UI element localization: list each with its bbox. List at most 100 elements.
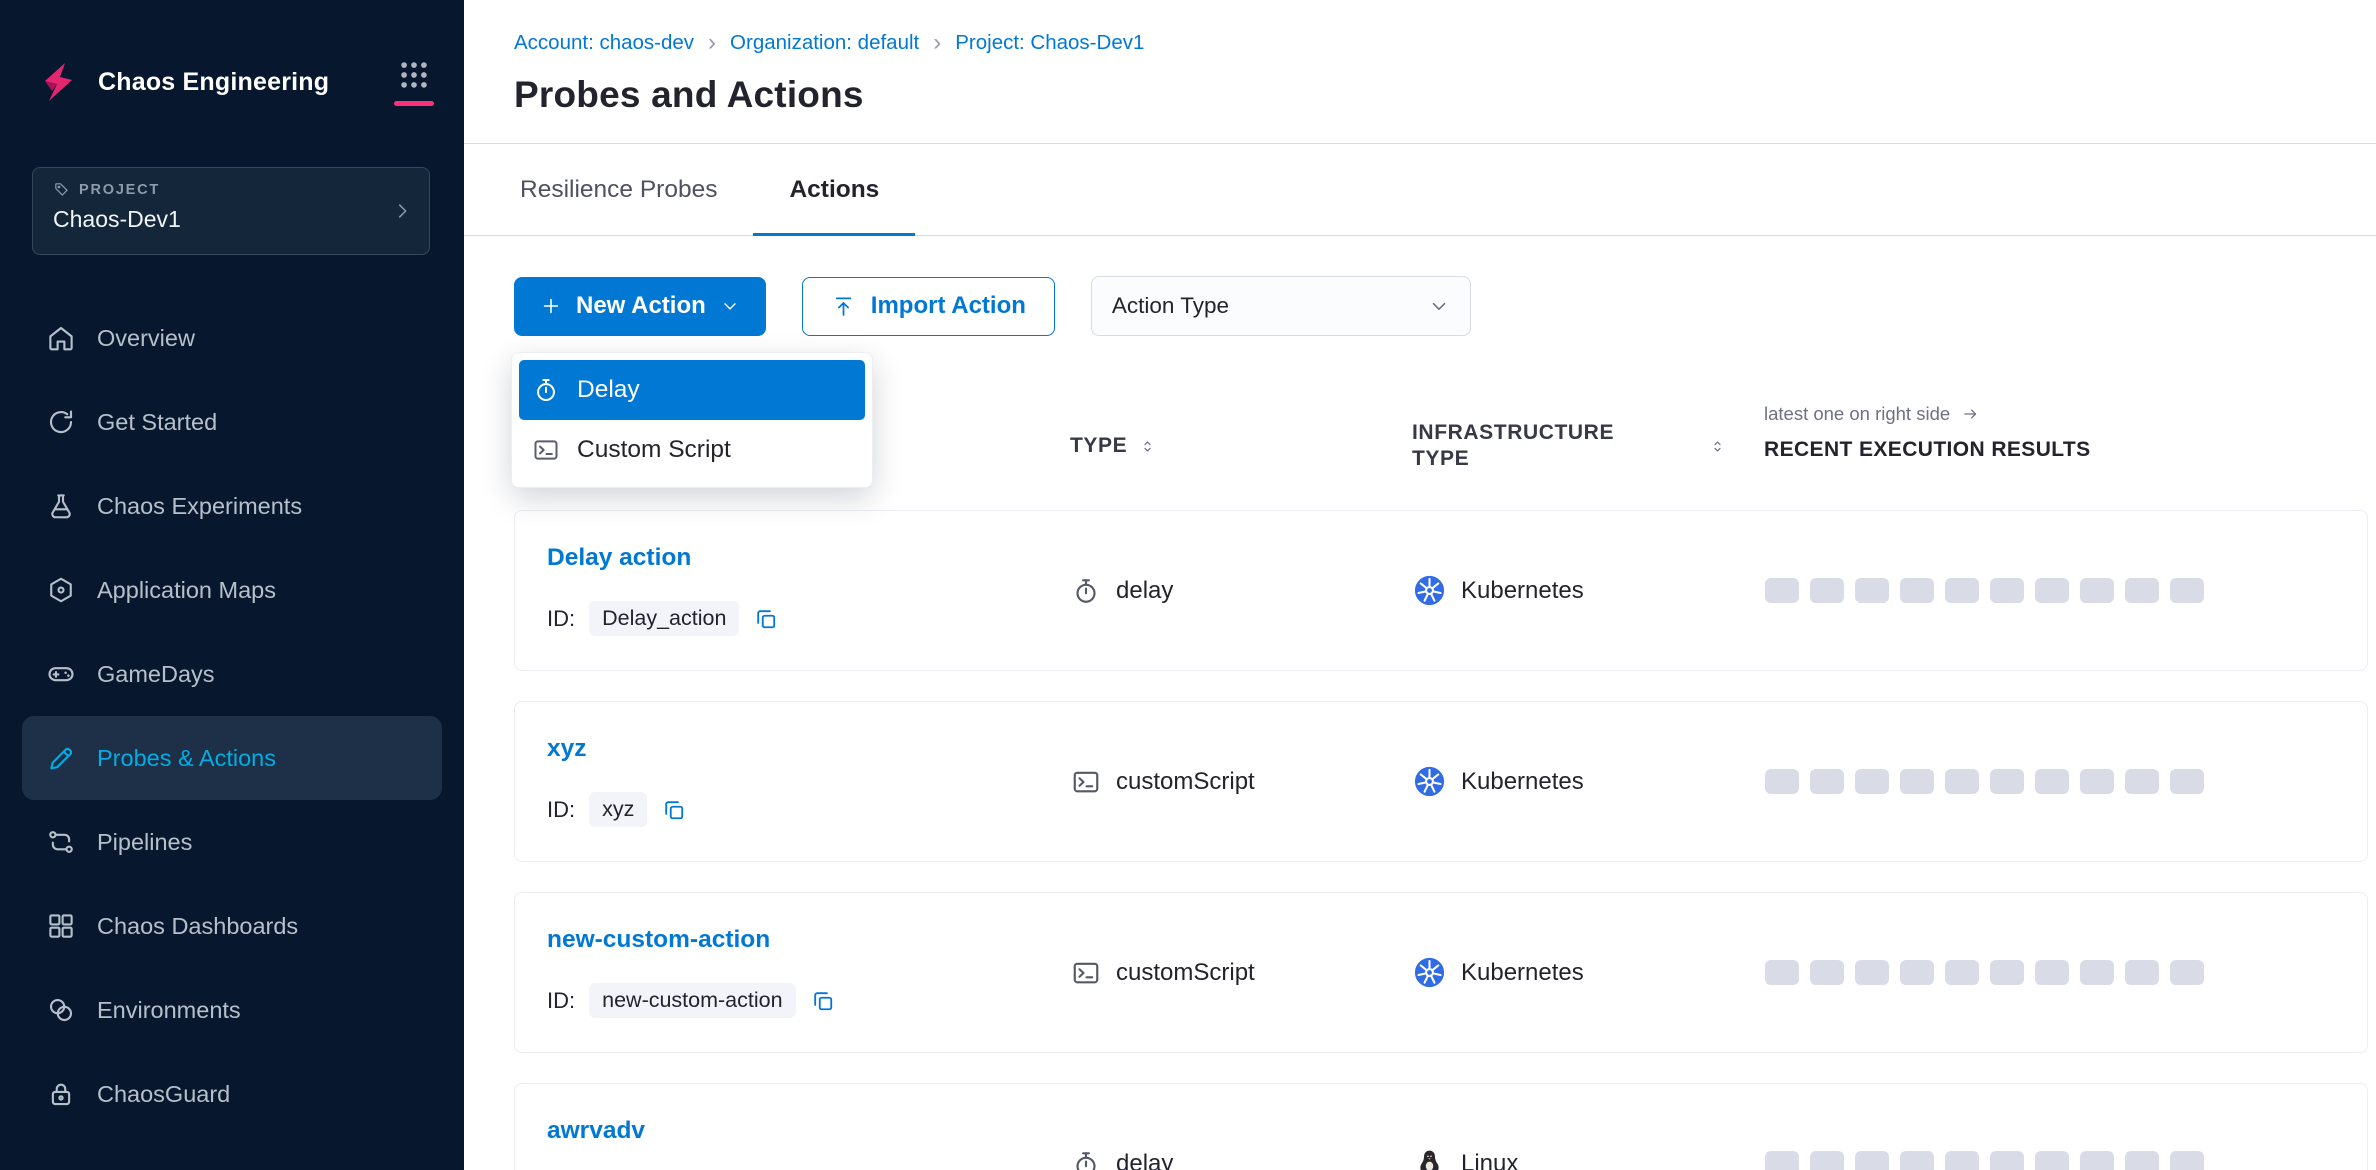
sidebar-item-environments[interactable]: Environments — [22, 968, 442, 1052]
execution-result-cell — [2035, 1151, 2069, 1170]
execution-result-cell — [2035, 578, 2069, 603]
id-label: ID: — [547, 988, 575, 1014]
kubernetes-icon — [1413, 574, 1446, 607]
environments-icon — [46, 995, 76, 1025]
execution-result-cell — [1765, 1151, 1799, 1170]
execution-result-cell — [1900, 769, 1934, 794]
page-header: › Account: chaos-dev › Organization: def… — [464, 0, 2376, 143]
stopwatch-icon — [1071, 1149, 1101, 1170]
action-type-cell: delay — [1071, 511, 1173, 670]
execution-result-cell — [1810, 1151, 1844, 1170]
breadcrumb-link[interactable]: Organization: default — [730, 31, 919, 55]
execution-result-cell — [1765, 960, 1799, 985]
execution-result-cell — [2080, 1151, 2114, 1170]
execution-result-cell — [1810, 578, 1844, 603]
import-action-button[interactable]: Import Action — [802, 277, 1055, 336]
action-type-value: delay — [1116, 577, 1173, 605]
sidebar-item-label: Probes & Actions — [97, 745, 276, 772]
execution-result-cell — [1810, 769, 1844, 794]
recent-execution-results — [1765, 702, 2204, 861]
sidebar-item-overview[interactable]: Overview — [22, 296, 442, 380]
execution-result-cell — [2170, 769, 2204, 794]
apps-grid-icon[interactable] — [397, 58, 431, 92]
sidebar-item-pipelines[interactable]: Pipelines — [22, 800, 442, 884]
sidebar-item-gamedays[interactable]: GameDays — [22, 632, 442, 716]
sidebar-header: Chaos Engineering — [0, 0, 464, 140]
sidebar-item-application-maps[interactable]: Application Maps — [22, 548, 442, 632]
action-link-xyz[interactable]: xyz — [547, 735, 587, 763]
module-indicator — [394, 101, 434, 106]
kubernetes-icon — [1413, 765, 1446, 798]
copy-icon[interactable] — [810, 988, 836, 1014]
sidebar-item-label: Get Started — [97, 409, 217, 436]
menu-item-custom-script[interactable]: Custom Script — [519, 420, 865, 480]
new-action-button[interactable]: New Action — [514, 277, 766, 336]
execution-result-cell — [1855, 578, 1889, 603]
copy-icon[interactable] — [661, 797, 687, 823]
column-recent-results-label: RECENT EXECUTION RESULTS — [1764, 438, 2091, 462]
kubernetes-icon — [1413, 956, 1446, 989]
sort-icon[interactable] — [1139, 436, 1156, 457]
module-switcher — [394, 58, 434, 106]
menu-item-label: Custom Script — [577, 436, 731, 464]
sidebar-item-label: Chaos Dashboards — [97, 913, 298, 940]
page-title: Probes and Actions — [514, 74, 2376, 116]
copy-icon[interactable] — [753, 606, 779, 632]
action-id-chip: xyz — [589, 792, 647, 827]
breadcrumb-link[interactable]: Account: chaos-dev — [514, 31, 694, 55]
tab-actions[interactable]: Actions — [753, 144, 915, 235]
sidebar-item-chaosguard[interactable]: ChaosGuard — [22, 1052, 442, 1136]
action-type-filter[interactable]: Action Type — [1091, 276, 1471, 336]
sidebar-item-get-started[interactable]: Get Started — [22, 380, 442, 464]
sidebar-item-chaos-dashboards[interactable]: Chaos Dashboards — [22, 884, 442, 968]
script-icon — [1071, 958, 1101, 988]
sidebar-item-label: GameDays — [97, 661, 215, 688]
action-type-value: customScript — [1116, 959, 1255, 987]
execution-result-cell — [2125, 960, 2159, 985]
sidebar-item-label: Pipelines — [97, 829, 192, 856]
execution-result-cell — [1990, 960, 2024, 985]
sidebar-item-label: Overview — [97, 325, 195, 352]
action-link-awrvadv[interactable]: awrvadv — [547, 1117, 645, 1145]
execution-result-cell — [1945, 769, 1979, 794]
execution-result-cell — [2125, 769, 2159, 794]
execution-result-cell — [1855, 769, 1889, 794]
action-id-line: ID: new-custom-action — [547, 983, 836, 1018]
probes-icon — [46, 743, 76, 773]
chevron-down-icon — [1428, 295, 1450, 317]
execution-result-cell — [2125, 1151, 2159, 1170]
toolbar: New Action Import Action Action Type — [464, 236, 2376, 336]
execution-result-cell — [1765, 578, 1799, 603]
chaosguard-icon — [46, 1079, 76, 1109]
stopwatch-icon — [1071, 576, 1101, 606]
chevron-down-icon — [720, 296, 740, 316]
execution-result-cell — [1990, 769, 2024, 794]
tab-resilience-probes[interactable]: Resilience Probes — [484, 144, 753, 235]
pipelines-icon — [46, 827, 76, 857]
sidebar-item-chaos-experiments[interactable]: Chaos Experiments — [22, 464, 442, 548]
stopwatch-icon — [532, 376, 560, 404]
recent-results-note: latest one on right side — [1764, 403, 1950, 425]
flask-icon — [46, 491, 76, 521]
arrow-right-icon — [1960, 405, 1981, 423]
new-action-label: New Action — [576, 292, 706, 320]
execution-result-cell — [2080, 960, 2114, 985]
execution-result-cell — [1990, 578, 2024, 603]
sidebar-item-probes-actions[interactable]: Probes & Actions — [22, 716, 442, 800]
infrastructure-cell: Kubernetes — [1413, 893, 1584, 1052]
action-link-delay-action[interactable]: Delay action — [547, 544, 691, 572]
recent-execution-results — [1765, 511, 2204, 670]
sort-icon[interactable] — [1709, 436, 1726, 457]
column-type: TYPE — [1070, 434, 1156, 458]
execution-result-cell — [1990, 1151, 2024, 1170]
action-row-xyz: xyz ID: xyz customScript Kubernetes — [514, 701, 2368, 862]
menu-item-delay[interactable]: Delay — [519, 360, 865, 420]
execution-result-cell — [2170, 960, 2204, 985]
breadcrumb-link[interactable]: Project: Chaos-Dev1 — [955, 31, 1144, 55]
action-type-cell: customScript — [1071, 702, 1255, 861]
sidebar-nav: Overview Get Started Chaos Experiments A… — [0, 296, 464, 1136]
execution-result-cell — [1900, 1151, 1934, 1170]
project-selector[interactable]: PROJECT Chaos-Dev1 — [32, 167, 430, 255]
execution-result-cell — [1945, 960, 1979, 985]
action-link-new-custom-action[interactable]: new-custom-action — [547, 926, 770, 954]
